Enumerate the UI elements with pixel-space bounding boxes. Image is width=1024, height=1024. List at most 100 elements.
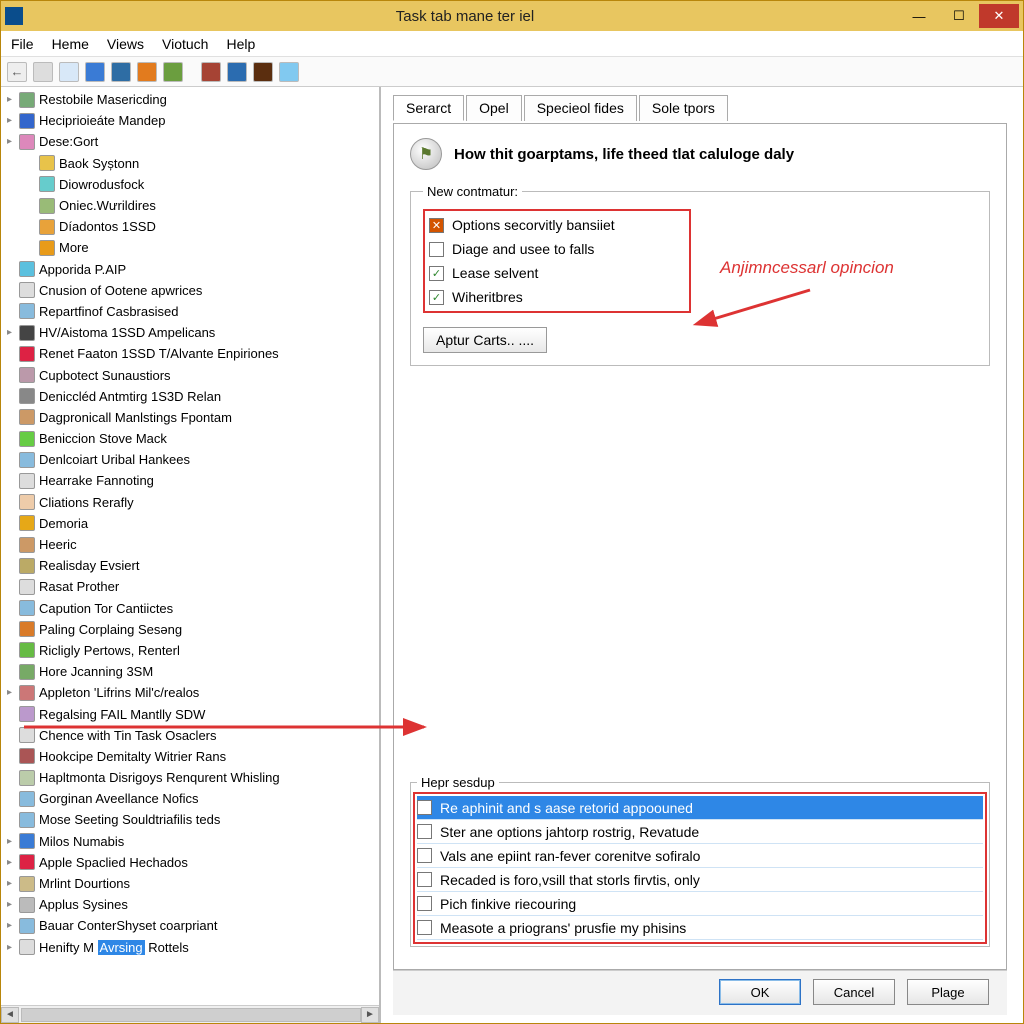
tree-item[interactable]: ▸Heciprioieáte Mandep bbox=[1, 110, 379, 131]
tree-item-label: Hearrake Fannoting bbox=[39, 473, 154, 488]
tree-item[interactable]: Cnusion of Ootene apwrices bbox=[1, 280, 379, 301]
tree-item-label: Regalsing FAIL Mantlly SDW bbox=[39, 707, 205, 722]
checkbox-row[interactable]: Vals ane epiint ran-fever corenitve sofi… bbox=[417, 844, 983, 868]
checkbox-icon[interactable] bbox=[429, 242, 444, 257]
tree-item[interactable]: Demoria bbox=[1, 513, 379, 534]
checkbox-icon[interactable] bbox=[417, 800, 432, 815]
toolbar-icon[interactable] bbox=[253, 62, 273, 82]
checkbox-row[interactable]: Recaded is foro,vsill that storls firvti… bbox=[417, 868, 983, 892]
toolbar-icon[interactable] bbox=[137, 62, 157, 82]
tree-item-label: Heciprioieáte Mandep bbox=[39, 113, 165, 128]
tab-serarct[interactable]: Serarct bbox=[393, 95, 464, 121]
menu-views[interactable]: Views bbox=[107, 36, 144, 52]
checkbox-row[interactable]: Diage and usee to falls bbox=[429, 237, 685, 261]
scroll-thumb[interactable] bbox=[21, 1008, 361, 1022]
toolbar-icon[interactable] bbox=[59, 62, 79, 82]
tree-item[interactable]: Denlcoiart Uribal Hankees bbox=[1, 449, 379, 470]
tree-item[interactable]: Renet Faaton 1SSD T/Alvante Enpiriones bbox=[1, 343, 379, 364]
toolbar-icon[interactable] bbox=[111, 62, 131, 82]
tree-item[interactable]: Realisday Evsiert bbox=[1, 555, 379, 576]
tree-item[interactable]: Capution Tor Cantiictes bbox=[1, 598, 379, 619]
tree-item[interactable]: ▸Oniec.Wưrildires bbox=[1, 195, 379, 216]
tree-item[interactable]: Beniccion Stove Mack bbox=[1, 428, 379, 449]
tree-item[interactable]: Cupbotect Sunaustiors bbox=[1, 364, 379, 385]
toolbar-icon[interactable] bbox=[279, 62, 299, 82]
tree-item[interactable]: ▸More bbox=[1, 237, 379, 258]
horizontal-scrollbar[interactable]: ◄ ► bbox=[1, 1005, 379, 1023]
tree-item[interactable]: ▸Baok Syștonn bbox=[1, 153, 379, 174]
checkbox-icon[interactable] bbox=[417, 824, 432, 839]
tree-item[interactable]: ▸Diowrodusfock bbox=[1, 174, 379, 195]
tree-item-icon bbox=[19, 346, 35, 362]
tree-item[interactable]: ▸Apple Spaclied Hechados bbox=[1, 852, 379, 873]
tree-item[interactable]: Hore Jcanning 3SM bbox=[1, 661, 379, 682]
checkbox-row[interactable]: Ster ane options jahtorp rostrig, Revatu… bbox=[417, 820, 983, 844]
tab-specieol[interactable]: Specieol fides bbox=[524, 95, 637, 121]
toolbar-icon[interactable] bbox=[85, 62, 105, 82]
tree-item[interactable]: Heeric bbox=[1, 534, 379, 555]
tree-item[interactable]: Gorginan Aveellance Nofics bbox=[1, 788, 379, 809]
tree-item[interactable]: Dagpronicall Manlstings Fpontam bbox=[1, 407, 379, 428]
ok-button[interactable]: OK bbox=[719, 979, 801, 1005]
maximize-button[interactable]: ☐ bbox=[939, 4, 979, 28]
checkbox-icon[interactable] bbox=[417, 920, 432, 935]
checkbox-icon[interactable]: ✕ bbox=[429, 218, 444, 233]
tab-opel[interactable]: Opel bbox=[466, 95, 522, 121]
tree-item[interactable]: Rasat Prother bbox=[1, 576, 379, 597]
cancel-button[interactable]: Cancel bbox=[813, 979, 895, 1005]
tree-item[interactable]: Paling Corplaing Sesəng bbox=[1, 619, 379, 640]
checkbox-row[interactable]: ✓Lease selvent bbox=[429, 261, 685, 285]
tree-item[interactable]: ▸HV/Aistoma 1SSD Ampelicans bbox=[1, 322, 379, 343]
close-button[interactable]: ✕ bbox=[979, 4, 1019, 28]
checkbox-icon[interactable]: ✓ bbox=[429, 290, 444, 305]
checkbox-icon[interactable] bbox=[417, 872, 432, 887]
tree-item[interactable]: Cliations Rerafly bbox=[1, 492, 379, 513]
checkbox-row[interactable]: Pich finkive riecouring bbox=[417, 892, 983, 916]
tree-item-label: Heeric bbox=[39, 537, 77, 552]
scroll-right-icon[interactable]: ► bbox=[361, 1007, 379, 1023]
tree-item[interactable]: ▸Mrlint Dourtions bbox=[1, 873, 379, 894]
checkbox-label: Measote a priograns' prusfie my phisins bbox=[440, 920, 686, 936]
minimize-button[interactable]: — bbox=[899, 4, 939, 28]
tree-item[interactable]: Repartfinof Casbrasised bbox=[1, 301, 379, 322]
tree-item-icon bbox=[19, 494, 35, 510]
toolbar-icon[interactable] bbox=[33, 62, 53, 82]
tree-item[interactable]: Apporida P.AIP bbox=[1, 259, 379, 280]
scroll-left-icon[interactable]: ◄ bbox=[1, 1007, 19, 1023]
tree-item[interactable]: Hookcipe Demitalty Witrier Rans bbox=[1, 746, 379, 767]
tree-item[interactable]: Mose Seeting Souldtriafilis teds bbox=[1, 809, 379, 830]
tree-item[interactable]: ▸Restobile Masericding bbox=[1, 89, 379, 110]
tree-item[interactable]: Deniccléd Antmtirg 1S3D Relan bbox=[1, 386, 379, 407]
checkbox-icon[interactable] bbox=[417, 896, 432, 911]
tree-item[interactable]: Chence with Tin Task Osaclers bbox=[1, 725, 379, 746]
menu-heme[interactable]: Heme bbox=[52, 36, 89, 52]
checkbox-row[interactable]: ✕Options secorvitly bansiiet bbox=[429, 213, 685, 237]
tree-item[interactable]: Regalsing FAIL Mantlly SDW bbox=[1, 703, 379, 724]
tree-item[interactable]: ▸Applus Sysines bbox=[1, 894, 379, 915]
tree[interactable]: ▸Restobile Masericding▸Heciprioieáte Man… bbox=[1, 87, 379, 1005]
toolbar-icon[interactable] bbox=[227, 62, 247, 82]
checkbox-row[interactable]: ✓Wiheritbres bbox=[429, 285, 685, 309]
plage-button[interactable]: Plage bbox=[907, 979, 989, 1005]
checkbox-row[interactable]: Measote a priograns' prusfie my phisins bbox=[417, 916, 983, 940]
tree-item[interactable]: ▸Dese:Gort bbox=[1, 131, 379, 152]
menu-viotuch[interactable]: Viotuch bbox=[162, 36, 208, 52]
tree-item[interactable]: Hearrake Fannoting bbox=[1, 470, 379, 491]
tab-sole[interactable]: Sole tpors bbox=[639, 95, 728, 121]
menu-file[interactable]: File bbox=[11, 36, 34, 52]
checkbox-row[interactable]: Re aphinit and s aase retorid appoouned bbox=[417, 796, 983, 820]
tree-item[interactable]: Ricligly Pertows, Renterl bbox=[1, 640, 379, 661]
tree-item[interactable]: ▸Henifty M Avrsing Rottels bbox=[1, 937, 379, 958]
tree-item[interactable]: ▸Díadontos 1SSD bbox=[1, 216, 379, 237]
checkbox-icon[interactable] bbox=[417, 848, 432, 863]
tree-item[interactable]: ▸Appleton 'Lifrins Mil'c/realos bbox=[1, 682, 379, 703]
tree-item[interactable]: Hapltmonta Disrigoys Renqurent Whisling bbox=[1, 767, 379, 788]
checkbox-icon[interactable]: ✓ bbox=[429, 266, 444, 281]
aptur-carts-button[interactable]: Aptur Carts.. .... bbox=[423, 327, 547, 353]
tree-item-label: Hore Jcanning 3SM bbox=[39, 664, 153, 679]
toolbar-icon[interactable] bbox=[201, 62, 221, 82]
menu-help[interactable]: Help bbox=[226, 36, 255, 52]
tree-item[interactable]: ▸Bauar ConterShyset coarpriant bbox=[1, 915, 379, 936]
toolbar-icon[interactable] bbox=[163, 62, 183, 82]
tree-item[interactable]: ▸Milos Numabis bbox=[1, 831, 379, 852]
